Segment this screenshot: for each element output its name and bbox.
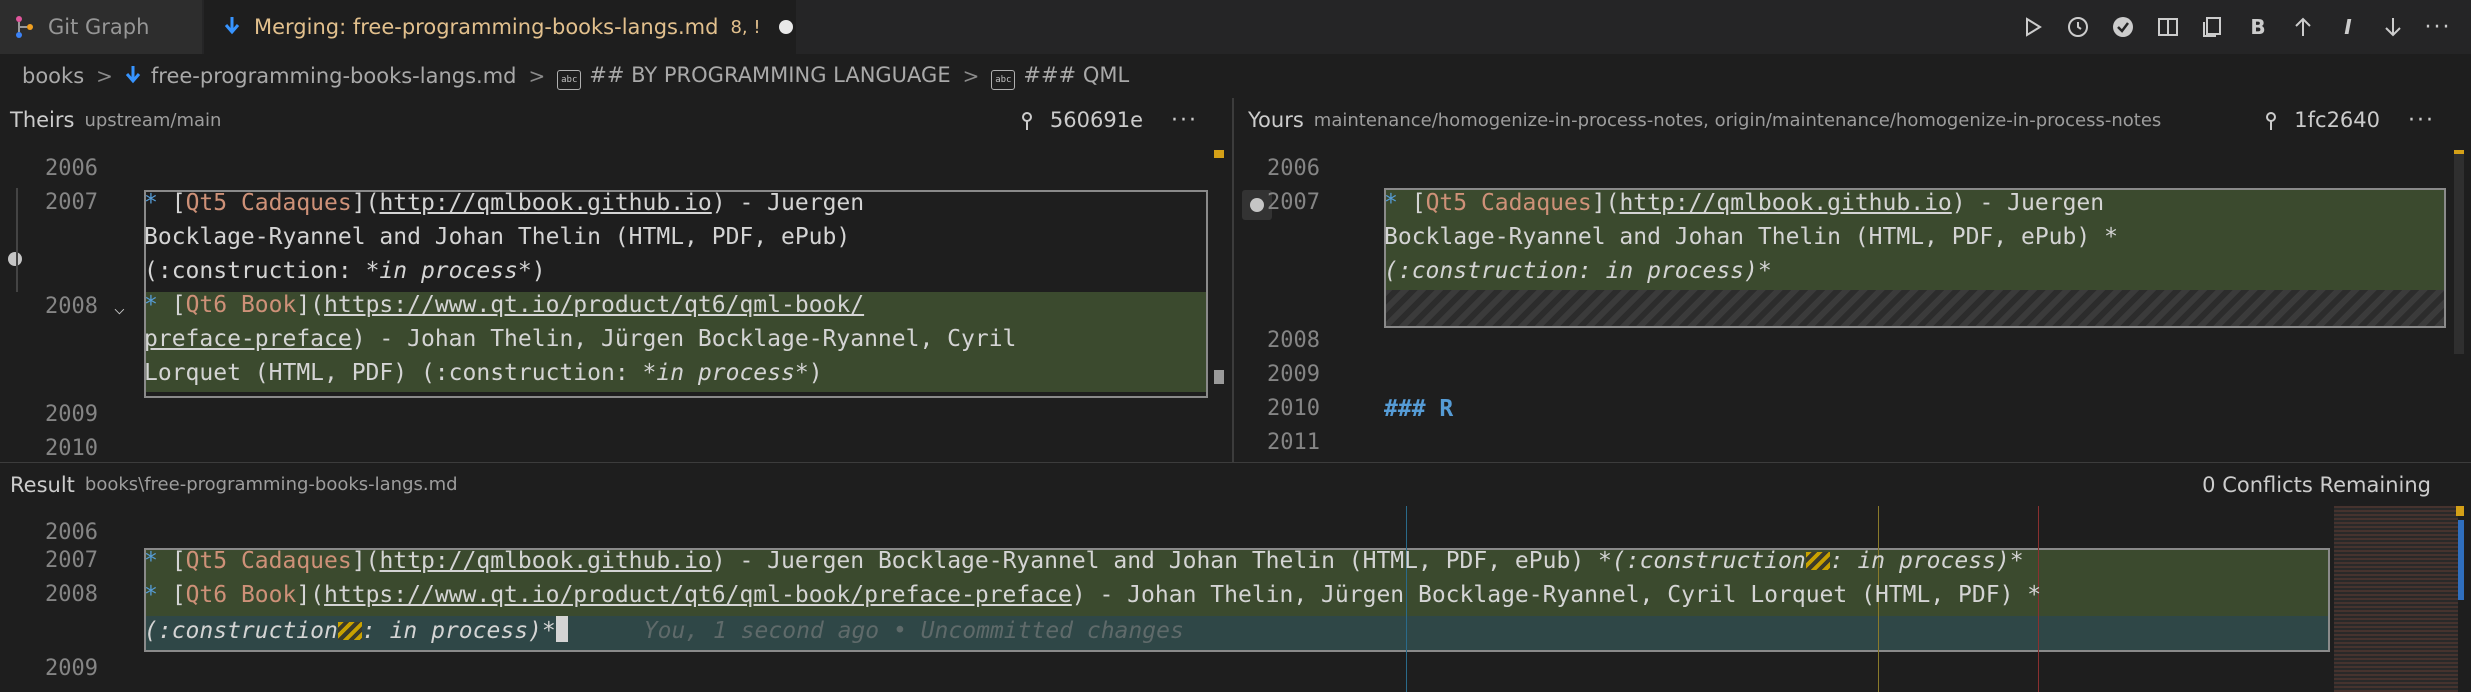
- problem-count-badge: 8, !: [730, 16, 761, 38]
- line-number: 2007: [1267, 190, 1320, 215]
- more-actions-button[interactable]: ···: [2425, 14, 2451, 40]
- result-header: Result books\free-programming-books-lang…: [0, 462, 2471, 506]
- scroll-thumb[interactable]: [1214, 370, 1224, 384]
- code-line: preface-preface) - Johan Thelin, Jürgen …: [144, 326, 1017, 352]
- copy-icon[interactable]: [2200, 14, 2226, 40]
- editor-toolbar: B I ···: [2020, 0, 2451, 54]
- breadcrumb: books > free-programming-books-langs.md …: [0, 54, 2471, 98]
- breadcrumb-section[interactable]: abc ## BY PROGRAMMING LANGUAGE: [557, 62, 951, 90]
- italic-button[interactable]: I: [2335, 14, 2361, 40]
- line-number: 2006: [1267, 156, 1320, 181]
- tab-merge-editor[interactable]: Merging: free-programming-books-langs.md…: [204, 0, 796, 54]
- line-number: 2009: [45, 402, 98, 427]
- result-path: books\free-programming-books-langs.md: [84, 474, 458, 495]
- code-line: Lorquet (HTML, PDF) (:construction: *in …: [144, 360, 823, 386]
- code-line: * [Qt5 Cadaques](http://qmlbook.github.i…: [1384, 190, 2105, 216]
- yours-more-button[interactable]: ···: [2408, 108, 2435, 133]
- code-line: (:construction: in process)*: [1384, 258, 1772, 284]
- unsaved-dot-icon[interactable]: [778, 20, 793, 34]
- code-line: Bocklage-Ryannel and Johan Thelin (HTML,…: [144, 224, 851, 250]
- section-label: ## BY PROGRAMMING LANGUAGE: [589, 62, 951, 87]
- line-number: 2008: [45, 582, 98, 607]
- line-number: 2008: [45, 294, 98, 319]
- yours-header: Yours maintenance/homogenize-in-process-…: [1236, 98, 2471, 142]
- code-line: Bocklage-Ryannel and Johan Thelin (HTML,…: [1384, 224, 2118, 250]
- tab-label: Git Graph: [48, 15, 150, 39]
- conflicts-remaining[interactable]: 0 Conflicts Remaining: [2202, 463, 2431, 507]
- breadcrumb-subsection[interactable]: abc ### QML: [991, 63, 1129, 90]
- minimap[interactable]: [2334, 506, 2458, 692]
- breadcrumb-folder[interactable]: books: [22, 64, 84, 88]
- git-commit-icon: [2262, 109, 2280, 131]
- tab-label: Merging: free-programming-books-langs.md: [254, 15, 719, 39]
- theirs-commit-hash[interactable]: 560691e: [1050, 108, 1143, 132]
- breadcrumb-file[interactable]: free-programming-books-langs.md: [151, 64, 517, 88]
- line-number: 2010: [1267, 396, 1320, 421]
- theirs-header: Theirs upstream/main 560691e ···: [0, 98, 1232, 142]
- yours-title: Yours: [1248, 108, 1304, 132]
- result-editor[interactable]: 2006 2007 2008 2009 * [Qt5 Cadaques](htt…: [0, 506, 2471, 692]
- merge-arrow-icon: [224, 16, 240, 38]
- line-number: 2008: [1267, 328, 1320, 353]
- pane-divider[interactable]: [1232, 98, 1234, 462]
- text-cursor: [555, 616, 568, 642]
- history-icon[interactable]: [2065, 14, 2091, 40]
- line-number: 2006: [45, 156, 98, 181]
- theirs-header-actions: 560691e ···: [1018, 98, 1198, 142]
- code-line: (:construction: *in process*): [144, 258, 546, 284]
- code-line: * [Qt6 Book](https://www.qt.io/product/q…: [144, 582, 2042, 608]
- code-line: * [Qt5 Cadaques](http://qmlbook.github.i…: [144, 190, 865, 216]
- construction-emoji-icon: [1805, 552, 1830, 570]
- git-graph-icon: [14, 14, 36, 40]
- tab-git-graph[interactable]: Git Graph: [0, 0, 202, 54]
- run-icon[interactable]: [2020, 14, 2046, 40]
- fold-chevron-icon[interactable]: ⌵: [114, 298, 125, 319]
- scroll-marker: [2456, 506, 2464, 516]
- chevron-right-icon: >: [96, 64, 113, 88]
- line-number: 2009: [45, 656, 98, 681]
- code-line: (:construction: in process)* You, 1 secon…: [144, 616, 1184, 644]
- line-number: 2006: [45, 520, 98, 545]
- yours-header-actions: 1fc2640 ···: [2262, 98, 2435, 142]
- bold-button[interactable]: B: [2245, 14, 2271, 40]
- result-title: Result: [10, 472, 75, 497]
- scroll-thumb[interactable]: [2454, 154, 2464, 354]
- theirs-more-button[interactable]: ···: [1171, 108, 1198, 133]
- line-number: 2007: [45, 548, 98, 573]
- string-symbol-icon: abc: [557, 69, 582, 90]
- code-heading: ### R: [1384, 396, 1454, 422]
- tab-bar: Git Graph Merging: free-programming-book…: [0, 0, 2471, 54]
- line-number: 2011: [1267, 430, 1320, 455]
- construction-emoji-icon: [337, 622, 362, 640]
- accept-checkbox-icon[interactable]: [8, 252, 22, 266]
- scroll-marker: [1214, 150, 1224, 158]
- subsection-label: ### QML: [1023, 62, 1130, 87]
- chevron-right-icon: >: [962, 64, 980, 88]
- scroll-thumb[interactable]: [2458, 520, 2464, 600]
- line-number: 2010: [45, 436, 98, 460]
- code-line: * [Qt6 Book](https://www.qt.io/product/q…: [144, 292, 865, 318]
- yours-commit-hash[interactable]: 1fc2640: [2294, 108, 2380, 132]
- git-commit-icon: [1018, 109, 1036, 131]
- split-editor-icon[interactable]: [2155, 14, 2181, 40]
- code-line: * [Qt5 Cadaques](http://qmlbook.github.i…: [144, 548, 2024, 574]
- string-symbol-icon: abc: [991, 69, 1016, 90]
- theirs-title: Theirs: [10, 108, 75, 132]
- chevron-right-icon: >: [528, 64, 546, 88]
- check-circle-icon[interactable]: [2110, 14, 2136, 40]
- theirs-editor[interactable]: 2006 2007 2008 ⌵ 2009 2010 * [Qt5 Cadaqu…: [0, 142, 1232, 460]
- yours-branch: maintenance/homogenize-in-process-notes,…: [1313, 109, 2162, 131]
- theirs-branch: upstream/main: [84, 109, 222, 131]
- arrow-up-icon[interactable]: [2290, 14, 2316, 40]
- yours-editor[interactable]: 2006 2007 2008 2009 2010 2011 * [Qt5 Cad…: [1236, 142, 2471, 460]
- arrow-down-icon[interactable]: [2380, 14, 2406, 40]
- line-number: 2007: [45, 190, 98, 215]
- git-blame-annotation: You, 1 second ago • Uncommitted changes: [643, 618, 1184, 644]
- line-number: 2009: [1267, 362, 1320, 387]
- merge-arrow-icon: [125, 65, 141, 87]
